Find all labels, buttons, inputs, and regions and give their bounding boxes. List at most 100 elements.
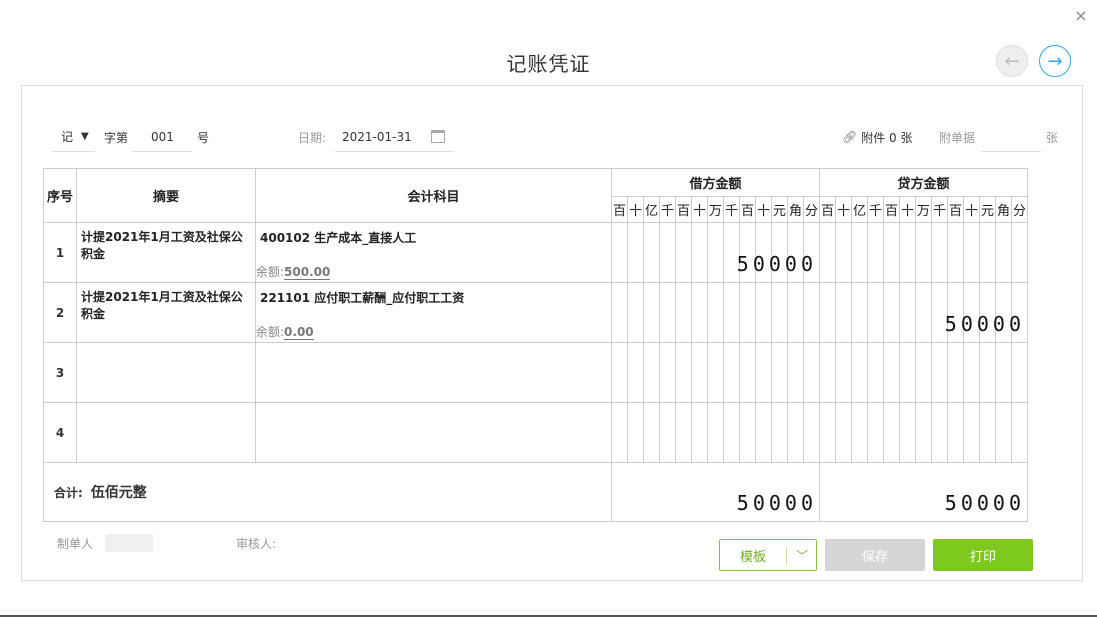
row-credit-digit-cell[interactable] [835, 222, 852, 283]
row-credit-digit-cell[interactable] [883, 222, 900, 283]
row-credit-digit-cell[interactable] [899, 222, 916, 283]
row-credit-digit-cell[interactable] [851, 222, 868, 283]
row-debit-digit-cell[interactable] [723, 282, 740, 343]
voucher-row[interactable]: 2 计提2021年1月工资及社保公积金 221101 应付职工薪酬_应付职工工资 余额… [43, 282, 1028, 343]
row-credit-digit-cell[interactable] [915, 342, 932, 403]
row-summary[interactable]: 计提2021年1月工资及社保公积金 [76, 222, 256, 283]
row-credit-digit-cell[interactable] [867, 342, 884, 403]
voucher-row[interactable]: 1 计提2021年1月工资及社保公积金 400102 生产成本_直接人工 余额:500… [43, 222, 1028, 283]
row-subject[interactable] [255, 342, 612, 403]
row-credit-digit-cell[interactable] [835, 282, 852, 343]
row-summary[interactable]: 计提2021年1月工资及社保公积金 [76, 282, 256, 343]
row-debit-digit-cell[interactable] [627, 342, 644, 403]
row-debit-digit-cell[interactable] [627, 222, 644, 283]
row-debit-digit-cell[interactable] [787, 402, 804, 463]
row-credit-digit-cell[interactable] [819, 222, 836, 283]
row-debit-digit-cell[interactable] [739, 282, 756, 343]
close-icon[interactable]: × [1073, 8, 1089, 24]
row-credit-digit-cell[interactable] [851, 402, 868, 463]
row-credit-digit-cell[interactable] [819, 342, 836, 403]
row-credit-digit-cell[interactable] [931, 222, 948, 283]
row-debit-digit-cell[interactable] [803, 282, 820, 343]
save-button[interactable]: 保存 [825, 539, 925, 571]
row-debit-digit-cell[interactable] [627, 282, 644, 343]
row-debit-digit-cell[interactable] [691, 342, 708, 403]
row-credit-digit-cell[interactable] [1011, 222, 1028, 283]
row-credit-digit-cell[interactable] [995, 342, 1012, 403]
row-debit-digit-cell[interactable] [643, 222, 660, 283]
row-credit-digit-cell[interactable] [899, 342, 916, 403]
row-credit-digit-cell[interactable] [995, 222, 1012, 283]
row-debit-digit-cell[interactable] [643, 342, 660, 403]
row-debit-digit-cell[interactable] [643, 282, 660, 343]
row-debit-digit-cell[interactable] [755, 282, 772, 343]
row-debit-digit-cell[interactable] [787, 342, 804, 403]
row-debit-digit-cell[interactable] [739, 342, 756, 403]
row-summary[interactable] [76, 342, 256, 403]
attach-doc-count-input[interactable] [981, 122, 1041, 152]
row-debit-digit-cell[interactable] [643, 402, 660, 463]
voucher-number-input[interactable]: 001 [132, 122, 192, 152]
row-credit-digit-cell[interactable] [1011, 402, 1028, 463]
row-credit-digit-cell[interactable] [819, 402, 836, 463]
row-debit-digit-cell[interactable] [611, 282, 628, 343]
row-debit-digit-cell[interactable] [723, 402, 740, 463]
row-subject[interactable]: 221101 应付职工薪酬_应付职工工资 余额:0.00 [255, 282, 612, 343]
row-debit-digit-cell[interactable] [707, 222, 724, 283]
row-credit-digit-cell[interactable] [947, 342, 964, 403]
row-debit-digit-cell[interactable] [707, 402, 724, 463]
row-credit-digit-cell[interactable] [835, 402, 852, 463]
row-debit-digit-cell[interactable] [627, 402, 644, 463]
row-debit-digit-cell[interactable] [691, 402, 708, 463]
chevron-down-icon[interactable]: ﹀ [787, 547, 817, 564]
row-debit-digit-cell[interactable] [675, 282, 692, 343]
row-debit-digit-cell[interactable] [803, 402, 820, 463]
row-debit-digit-cell[interactable] [739, 402, 756, 463]
row-credit-digit-cell[interactable] [915, 402, 932, 463]
calendar-icon[interactable] [431, 130, 445, 143]
date-field[interactable]: 2021-01-31 [335, 122, 453, 152]
row-debit-digit-cell[interactable] [707, 342, 724, 403]
row-debit-digit-cell[interactable] [787, 282, 804, 343]
row-subject[interactable] [255, 402, 612, 463]
row-debit-digit-cell[interactable]: 50000 [737, 222, 820, 283]
row-credit-digit-cell[interactable] [819, 282, 836, 343]
row-debit-digit-cell[interactable] [611, 222, 628, 283]
row-credit-digit-cell[interactable] [883, 402, 900, 463]
row-credit-digit-cell[interactable] [995, 402, 1012, 463]
row-credit-digit-cell[interactable] [979, 222, 996, 283]
row-credit-digit-cell[interactable] [851, 282, 868, 343]
row-debit-digit-cell[interactable] [659, 222, 676, 283]
row-subject[interactable]: 400102 生产成本_直接人工 余额:500.00 [255, 222, 612, 283]
row-debit-digit-cell[interactable] [771, 342, 788, 403]
row-debit-digit-cell[interactable] [771, 402, 788, 463]
voucher-row[interactable]: 3 [43, 342, 1028, 403]
row-credit-digit-cell[interactable] [883, 342, 900, 403]
row-credit-digit-cell[interactable] [963, 342, 980, 403]
row-debit-digit-cell[interactable] [691, 222, 708, 283]
row-debit-digit-cell[interactable] [659, 342, 676, 403]
row-debit-digit-cell[interactable] [755, 402, 772, 463]
attachment-link[interactable]: 🔗︎ 附件 0 张 [842, 122, 913, 152]
row-debit-digit-cell[interactable] [691, 282, 708, 343]
row-debit-digit-cell[interactable] [707, 282, 724, 343]
row-credit-digit-cell[interactable] [947, 222, 964, 283]
row-credit-digit-cell[interactable] [931, 402, 948, 463]
row-debit-digit-cell[interactable] [755, 342, 772, 403]
row-credit-digit-cell[interactable] [947, 402, 964, 463]
row-credit-digit-cell[interactable] [867, 402, 884, 463]
print-button[interactable]: 打印 [933, 539, 1033, 571]
next-voucher-button[interactable]: → [1039, 45, 1071, 77]
row-credit-digit-cell[interactable] [915, 222, 932, 283]
voucher-word-select[interactable]: 记 ▼ [52, 122, 95, 152]
row-debit-digit-cell[interactable] [723, 342, 740, 403]
row-credit-digit-cell[interactable] [1011, 342, 1028, 403]
row-debit-digit-cell[interactable] [771, 282, 788, 343]
row-credit-digit-cell[interactable] [915, 282, 932, 343]
row-debit-digit-cell[interactable] [675, 342, 692, 403]
row-credit-digit-cell[interactable] [963, 402, 980, 463]
row-debit-digit-cell[interactable] [675, 402, 692, 463]
row-credit-digit-cell[interactable]: 50000 [945, 282, 1028, 343]
row-debit-digit-cell[interactable] [611, 342, 628, 403]
prev-voucher-button[interactable]: ← [996, 45, 1028, 77]
